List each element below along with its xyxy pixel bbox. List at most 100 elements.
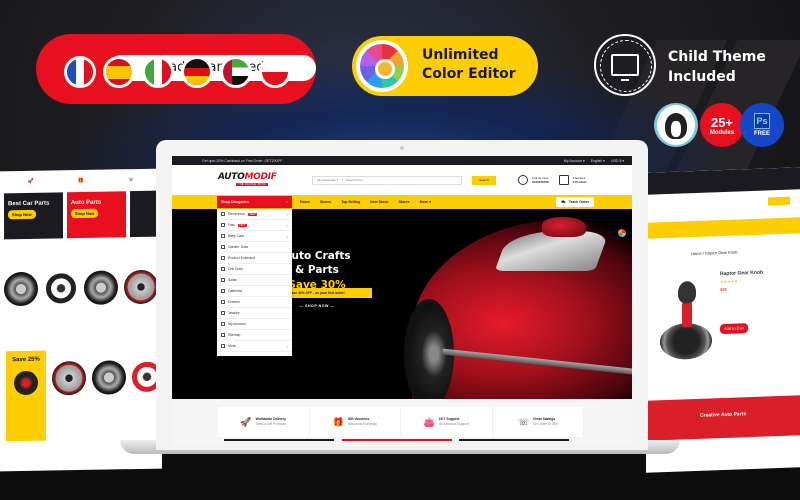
- category-icon: [221, 245, 225, 249]
- nav-link[interactable]: Stores: [320, 200, 331, 204]
- modules-badge: 25+ Modules: [700, 103, 744, 147]
- flag-polish-icon: [259, 56, 291, 88]
- child-theme-line1: Child Theme: [668, 49, 766, 65]
- laptop-screen: Get upto 20% Cashback on First Order: GE…: [172, 156, 632, 446]
- bottom-banner[interactable]: Creative Auto Parts: [646, 395, 800, 441]
- category-item[interactable]: More ›: [217, 341, 292, 352]
- category-item[interactable]: Drill Tools: [217, 264, 292, 275]
- feature-icon: ☏: [517, 416, 530, 427]
- divider-bar: [342, 439, 452, 441]
- color-editor-line2: Color Editor: [422, 66, 516, 82]
- left-page-preview: 🚀 🎁 ☏ Best Car Parts Shop Now Auto Parts…: [0, 168, 162, 472]
- category-item[interactable]: Fast HOT ›: [217, 220, 292, 231]
- nav-link[interactable]: New Stock: [370, 200, 388, 204]
- product-wheel[interactable]: [4, 259, 38, 320]
- photoshop-badge: Ps FREE: [740, 103, 784, 147]
- product-brake-red[interactable]: [52, 348, 86, 409]
- modules-count: 25+: [710, 114, 734, 130]
- divider-bar: [459, 439, 569, 441]
- category-item[interactable]: Garden Tools: [217, 242, 292, 253]
- topbar-link[interactable]: My Account ▾: [564, 159, 585, 163]
- category-item[interactable]: Jewelry: [217, 308, 292, 319]
- promo-banner-red[interactable]: Auto Parts Shop Now: [66, 191, 126, 239]
- feature-icon: 👛: [423, 416, 435, 427]
- category-icon: [221, 212, 225, 216]
- top-bar: Get upto 20% Cashback on First Order: GE…: [172, 156, 632, 165]
- category-icon: [221, 267, 225, 271]
- category-item[interactable]: Product Extended: [217, 253, 292, 264]
- category-item[interactable]: Electronics NEW ›: [217, 209, 292, 220]
- flag-french-icon: [64, 56, 96, 88]
- category-badge: HOT: [237, 223, 247, 227]
- category-item[interactable]: Sofas: [217, 275, 292, 286]
- chevron-right-icon: ›: [286, 343, 288, 349]
- monitor-icon: [611, 54, 639, 81]
- logo[interactable]: AUTOMODIF THE RACING SHOP: [218, 172, 282, 188]
- gift-icon: 🎁: [77, 177, 85, 185]
- shop-categories-button[interactable]: Shop Categories ≡: [217, 196, 292, 208]
- nav-link[interactable]: More ▾: [420, 200, 431, 204]
- topbar-link[interactable]: USD $ ▾: [611, 159, 624, 163]
- category-icon: [221, 322, 225, 326]
- category-icon: [221, 311, 225, 315]
- flag-italian-icon: [142, 56, 174, 88]
- phone-icon: [518, 175, 528, 185]
- call-us[interactable]: Call Us Now 0123456789: [518, 175, 549, 185]
- promo-banner-dark-2[interactable]: [129, 190, 158, 238]
- color-wheel-icon: [356, 40, 408, 92]
- feature-item: 🚀 Worldwide Delivery Send a Gift Products: [218, 407, 310, 437]
- modules-label: Modules: [709, 129, 735, 136]
- category-item[interactable]: My Account: [217, 319, 292, 330]
- category-select[interactable]: All Categories ▾: [313, 178, 344, 182]
- category-item[interactable]: Dresser: [217, 297, 292, 308]
- child-theme-seal: [594, 34, 656, 96]
- category-icon: [221, 344, 225, 348]
- product-steering[interactable]: [44, 258, 78, 319]
- product-turbo[interactable]: [124, 257, 158, 318]
- topbar-link[interactable]: English ▾: [591, 159, 605, 163]
- category-menu: Electronics NEW › Fast HOT › Baby Care › Garden …: [217, 209, 292, 356]
- rocket-icon: 🚀: [27, 178, 35, 185]
- category-badge: NEW: [247, 212, 258, 216]
- nav-link[interactable]: Top Selling: [341, 200, 360, 204]
- nav-link[interactable]: Home: [300, 200, 310, 204]
- promo-text: Get upto 20% Cashback on First Order: GE…: [202, 158, 283, 163]
- laptop-camera: [400, 146, 404, 150]
- menu-icon: ≡: [285, 200, 288, 204]
- cart-icon: [558, 175, 569, 185]
- gear-knob-image: [658, 280, 714, 362]
- feature-icon: 🎁: [332, 416, 344, 427]
- feature-item: 🎁 Gift Vouchers Discounts Everyday: [310, 407, 401, 437]
- car-mirror: [542, 217, 586, 237]
- promo-banner-dark[interactable]: Best Car Parts Shop Now: [4, 192, 63, 240]
- chevron-right-icon: ›: [286, 211, 288, 217]
- search-input[interactable]: [343, 176, 461, 184]
- support-icon: ☏: [127, 177, 135, 184]
- product-brake-disc[interactable]: [92, 347, 126, 408]
- color-switcher-icon[interactable]: [618, 229, 626, 237]
- category-icon: [221, 223, 225, 227]
- category-icon: [221, 234, 225, 238]
- feature-item: 👛 24*7 Support On Demand Support: [401, 407, 493, 437]
- photoshop-icon: Ps: [754, 113, 770, 129]
- add-to-cart-button[interactable]: Add to Cart: [720, 323, 749, 335]
- side-promo[interactable]: Save 25%: [6, 350, 46, 442]
- right-page-preview: Home / Raptor Gear Knob Raptor Gear Knob…: [646, 167, 800, 473]
- prestashop-penguin-icon: [657, 105, 695, 145]
- category-item[interactable]: Baby Care ›: [217, 231, 292, 242]
- category-item[interactable]: Sitemap: [217, 330, 292, 341]
- child-theme-line2: Included: [668, 69, 736, 85]
- nav-bar: Shop Categories ≡ Home Stores Top Selling N…: [172, 195, 632, 209]
- search-button[interactable]: [768, 196, 790, 206]
- photoshop-free-label: FREE: [753, 131, 770, 137]
- rim-image: [14, 370, 38, 396]
- nav-link[interactable]: Stores: [398, 200, 409, 204]
- checkout[interactable]: Checkout 0 Product: [558, 175, 587, 185]
- track-order-button[interactable]: ⛟ Track Order: [556, 197, 594, 207]
- product-rim[interactable]: [84, 257, 118, 318]
- divider-bar: [224, 439, 334, 441]
- search-button[interactable]: Search: [472, 175, 496, 185]
- category-item[interactable]: Cathedra: [217, 286, 292, 297]
- category-icon: [221, 278, 225, 282]
- header: AUTOMODIF THE RACING SHOP All Categories…: [172, 165, 632, 195]
